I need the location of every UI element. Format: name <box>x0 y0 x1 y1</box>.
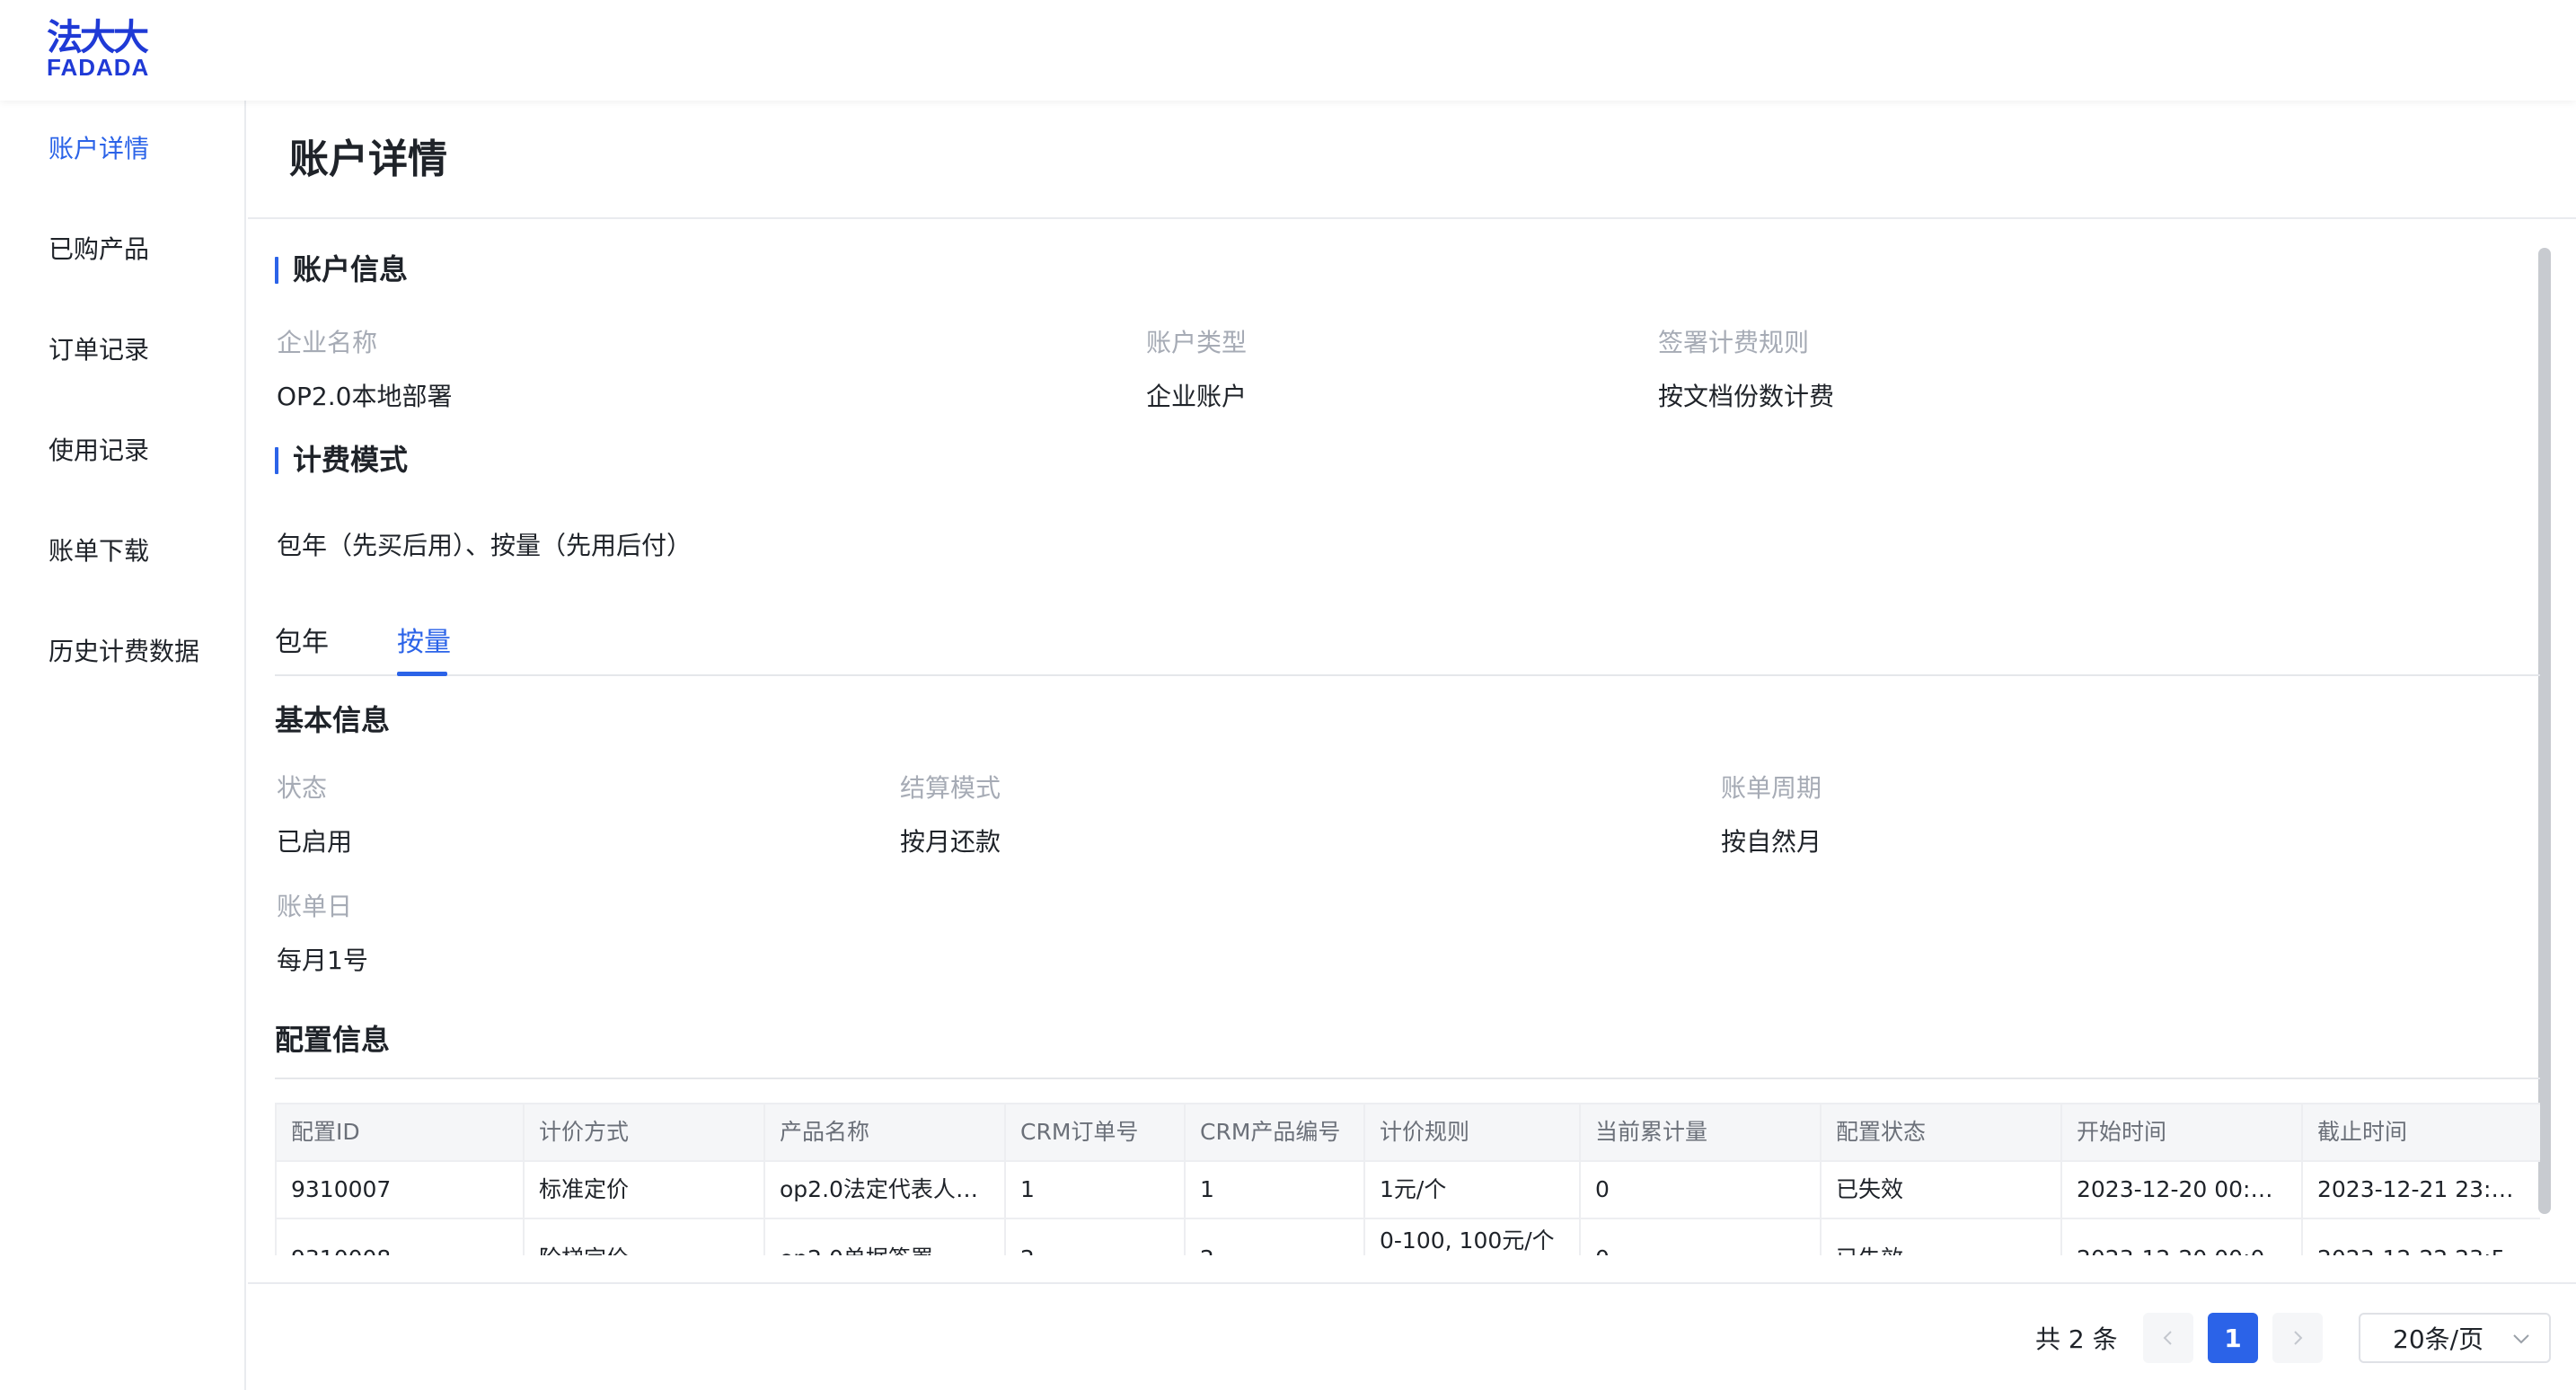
chevron-left-icon <box>2163 1331 2172 1345</box>
account-type-value: 企业账户 <box>1146 382 1248 411</box>
billing-rule-value: 按文档份数计费 <box>1658 382 1835 411</box>
config-info-heading: 配置信息 <box>275 1023 391 1057</box>
table-cell: op2.0法定代表人授… <box>763 1160 1006 1219</box>
column-header: CRM产品编号 <box>1184 1103 1365 1162</box>
company-name-label: 企业名称 <box>277 328 378 357</box>
table-cell: 2023-12-20 00:0 <box>2060 1218 2303 1255</box>
table-cell: 9310007 <box>275 1160 525 1219</box>
account-info-heading: 账户信息 <box>275 250 408 289</box>
table-cell: 1 <box>1004 1160 1186 1219</box>
sidebar-item-usage-records[interactable]: 使用记录 <box>49 433 149 469</box>
table-cell: 2 <box>1004 1218 1186 1255</box>
prev-page-button[interactable] <box>2143 1313 2193 1363</box>
table-row[interactable]: 9310007 标准定价 op2.0法定代表人授… 1 1 1元/个 0 已失效… <box>275 1160 2540 1219</box>
status-label: 状态 <box>277 773 328 803</box>
table-cell: 0 <box>1579 1160 1822 1219</box>
tabs-underline <box>275 674 2540 676</box>
status-value: 已启用 <box>277 827 353 857</box>
page-title: 账户详情 <box>289 136 447 182</box>
pagination-total: 共 2 条 <box>2035 1324 2118 1354</box>
sidebar-item-purchased-products[interactable]: 已购产品 <box>49 232 149 268</box>
company-name-value: OP2.0本地部署 <box>277 382 453 411</box>
section-accent-bar <box>275 257 278 284</box>
sidebar-item-history-billing[interactable]: 历史计费数据 <box>49 634 199 670</box>
sidebar-item-account-detail[interactable]: 账户详情 <box>49 131 149 167</box>
account-type-label: 账户类型 <box>1146 328 1248 357</box>
table-cell: 已失效 <box>1820 1218 2062 1255</box>
table-cell: op2.0单据签署 <box>763 1218 1006 1255</box>
column-header: 开始时间 <box>2060 1103 2303 1162</box>
bill-day-label: 账单日 <box>277 892 353 921</box>
table-cell: 2023-12-22 23:5 <box>2301 1218 2540 1255</box>
table-cell: 9310008 <box>275 1218 525 1255</box>
table-cell: 1元/个 <box>1363 1160 1581 1219</box>
column-header: 计价方式 <box>523 1103 765 1162</box>
billing-mode-heading-text: 计费模式 <box>293 443 409 477</box>
logo-chinese: 法大大 <box>47 17 149 58</box>
page-size-select[interactable]: 20条/页 <box>2359 1313 2551 1363</box>
sidebar-item-bill-download[interactable]: 账单下载 <box>49 533 149 569</box>
divider <box>248 217 2576 219</box>
account-info-heading-text: 账户信息 <box>293 252 409 286</box>
bill-cycle-label: 账单周期 <box>1721 773 1822 803</box>
bill-day-value: 每月1号 <box>277 946 368 975</box>
billing-mode-heading: 计费模式 <box>275 440 408 479</box>
bill-cycle-value: 按自然月 <box>1721 827 1822 857</box>
column-header: 配置状态 <box>1820 1103 2062 1162</box>
column-header: 当前累计量 <box>1579 1103 1822 1162</box>
page-size-value: 20条/页 <box>2393 1324 2484 1354</box>
logo-english: FADADA <box>47 54 150 81</box>
divider <box>275 1078 2540 1079</box>
tab-pay-per-use[interactable]: 按量 <box>397 623 451 663</box>
next-page-button[interactable] <box>2272 1313 2323 1363</box>
table-cell: 2023-12-21 23:59… <box>2301 1160 2540 1219</box>
column-header: CRM订单号 <box>1004 1103 1186 1162</box>
table-cell: 0-100, 100元/个 <box>1363 1218 1581 1255</box>
table-cell: 1 <box>1184 1160 1365 1219</box>
page-1-button[interactable]: 1 <box>2208 1313 2258 1363</box>
column-header: 产品名称 <box>763 1103 1006 1162</box>
active-tab-indicator <box>397 672 447 676</box>
billing-mode-value: 包年（先买后用）、按量（先用后付） <box>277 531 693 560</box>
chevron-down-icon <box>2513 1334 2529 1344</box>
table-header-row: 配置ID 计价方式 产品名称 CRM订单号 CRM产品编号 计价规则 当前累计量… <box>275 1103 2540 1162</box>
scrollbar-thumb[interactable] <box>2538 248 2551 1214</box>
settlement-value: 按月还款 <box>900 827 1001 857</box>
section-accent-bar <box>275 447 278 474</box>
table-cell: 2 <box>1184 1218 1365 1255</box>
table-cell: 0 <box>1579 1218 1822 1255</box>
column-header: 计价规则 <box>1363 1103 1581 1162</box>
table-cell: 标准定价 <box>523 1160 765 1219</box>
table-cell: 2023-12-20 00:0… <box>2060 1160 2303 1219</box>
sidebar: 账户详情 已购产品 订单记录 使用记录 账单下载 历史计费数据 <box>0 101 246 1390</box>
tab-annual[interactable]: 包年 <box>275 623 329 663</box>
table-cell: 已失效 <box>1820 1160 2062 1219</box>
config-table: 配置ID 计价方式 产品名称 CRM订单号 CRM产品编号 计价规则 当前累计量… <box>275 1103 2540 1255</box>
top-header: 法大大 FADADA <box>0 0 2576 101</box>
settlement-label: 结算模式 <box>900 773 1001 803</box>
column-header: 截止时间 <box>2301 1103 2540 1162</box>
table-row[interactable]: 9310008 阶梯定价 op2.0单据签署 2 2 0-100, 100元/个… <box>275 1218 2540 1255</box>
footer-divider <box>248 1282 2576 1284</box>
sidebar-item-order-records[interactable]: 订单记录 <box>49 332 149 368</box>
fadada-logo[interactable]: 法大大 FADADA <box>47 17 163 81</box>
chevron-right-icon <box>2294 1331 2303 1345</box>
basic-info-heading: 基本信息 <box>275 703 391 737</box>
billing-rule-label: 签署计费规则 <box>1658 328 1810 357</box>
column-header: 配置ID <box>275 1103 525 1162</box>
table-cell: 阶梯定价 <box>523 1218 765 1255</box>
